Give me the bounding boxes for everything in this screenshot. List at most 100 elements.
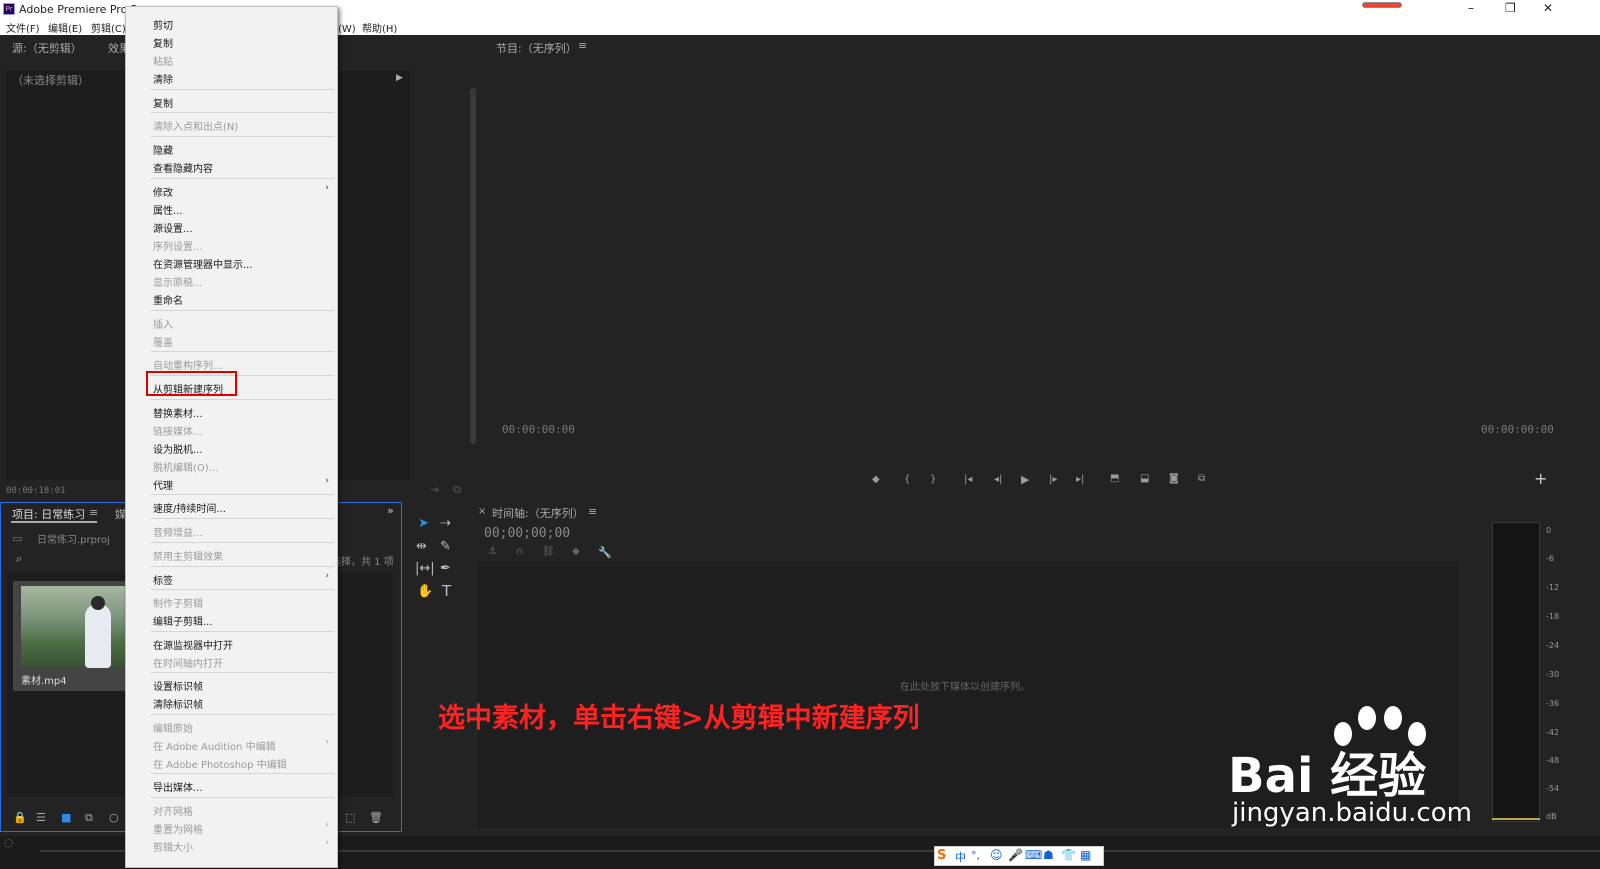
context-menu-item[interactable]: 设为脱机... — [153, 441, 203, 456]
timeline-close-icon[interactable]: × — [478, 506, 486, 517]
minimize-button[interactable]: – — [1468, 1, 1474, 15]
clip-preview-hair — [91, 596, 105, 610]
status-icon: ◌ — [4, 836, 14, 849]
menu-edit[interactable]: 编辑(E) — [48, 20, 82, 35]
menu-separator — [150, 399, 334, 400]
menu-clip[interactable]: 剪辑(C) — [91, 20, 126, 35]
context-menu-item[interactable]: 设置标识帧 — [153, 678, 203, 693]
source-scrollbar[interactable] — [470, 88, 476, 444]
timeline-drop-hint: 在此处放下媒体以创建序列。 — [900, 682, 1030, 693]
step-back-icon[interactable]: ◂| — [994, 474, 1002, 485]
context-menu-item[interactable]: 查看隐藏内容 — [153, 160, 213, 175]
mark-in-icon[interactable]: { — [904, 474, 910, 485]
lift-icon[interactable]: ⬒ — [1110, 473, 1119, 484]
context-menu-item[interactable]: 替换素材... — [153, 405, 203, 420]
selection-tool-icon[interactable]: ➤ — [418, 516, 429, 531]
context-menu-item[interactable]: 代理 — [153, 477, 173, 492]
context-menu-item[interactable]: 属性... — [153, 202, 183, 217]
list-view-icon[interactable]: ☰ — [36, 811, 46, 824]
type-tool-icon[interactable]: T — [442, 582, 451, 600]
context-menu-item: 序列设置... — [153, 242, 203, 253]
project-overflow-icon[interactable]: » — [387, 504, 394, 517]
context-menu-item: 编辑原始 — [153, 724, 193, 735]
camera-icon[interactable]: ◙ — [1169, 473, 1179, 484]
comparison-icon[interactable]: ⧉ — [1198, 473, 1205, 484]
source-expand-icon[interactable]: ▶ — [396, 73, 403, 83]
context-menu-item[interactable]: 导出媒体... — [153, 779, 203, 794]
context-menu-item[interactable]: 复制 — [153, 35, 173, 50]
panel-menu-icon[interactable]: ≡ — [578, 39, 587, 52]
add-marker-icon[interactable]: ◆ — [572, 546, 580, 557]
project-file-name: 日常练习.prproj — [37, 535, 110, 546]
close-button[interactable]: ✕ — [1543, 1, 1553, 15]
magnet-icon[interactable]: ∩ — [516, 546, 523, 557]
context-menu-item[interactable]: 隐藏 — [153, 142, 173, 157]
clip-thumbnail[interactable]: 素材.mp4 — [13, 581, 131, 691]
go-to-in-icon[interactable]: |◂ — [964, 474, 972, 485]
baidu-watermark: Bai 经验 jingyan.baidu.com — [1228, 698, 1528, 838]
razor-icon[interactable]: ✎ — [440, 539, 451, 554]
track-select-icon[interactable]: ⇢ — [440, 516, 451, 531]
snap-icon[interactable]: ⚓ — [488, 546, 497, 557]
add-button-icon[interactable]: + — [1534, 469, 1547, 488]
zoom-slider-icon[interactable]: ○ — [109, 811, 119, 824]
context-menu-item[interactable]: 在源监视器中打开 — [153, 637, 233, 652]
skin-icon[interactable]: 👕 — [1061, 848, 1076, 862]
icon-view-icon[interactable]: ■ — [61, 811, 71, 824]
menu-help[interactable]: 帮助(H) — [362, 20, 397, 35]
context-menu-item[interactable]: 复制 — [153, 95, 173, 110]
play-icon[interactable]: ▶ — [1021, 473, 1029, 486]
step-forward-icon[interactable]: |▸ — [1049, 474, 1057, 485]
trash-icon[interactable]: 🗑 — [369, 811, 383, 824]
user-icon[interactable]: ☗ — [1043, 848, 1054, 862]
punct-icon[interactable]: °, — [971, 849, 980, 862]
context-menu-item[interactable]: 修改 — [153, 184, 173, 199]
program-panel: 节目:（无序列） ≡ 00:00:00:00 00:00:00:00 ◆ { }… — [486, 36, 1600, 498]
new-item-icon[interactable]: ⬚ — [345, 811, 355, 824]
mic-icon[interactable]: 🎤 — [1008, 848, 1023, 862]
search-icon[interactable]: ⌕ — [16, 552, 22, 566]
meter-label-36: -36 — [1546, 699, 1560, 708]
source-tab[interactable]: 源:（无剪辑） — [12, 40, 82, 56]
keyboard-icon[interactable]: ⌨ — [1025, 848, 1042, 862]
mark-out-icon[interactable]: } — [930, 474, 936, 485]
context-menu-item[interactable]: 标签 — [153, 572, 173, 587]
insert-icon[interactable]: ⇥ — [430, 483, 439, 496]
freeform-view-icon[interactable]: ⧉ — [85, 811, 93, 825]
export-frame-icon[interactable]: ⧉ — [453, 483, 461, 497]
restore-button[interactable]: ❐ — [1505, 1, 1516, 15]
pen-tool-icon[interactable]: ✒ — [440, 561, 451, 576]
extract-icon[interactable]: ⬓ — [1140, 473, 1149, 484]
clip-preview-image — [21, 586, 129, 668]
marker-icon[interactable]: ◆ — [872, 474, 880, 485]
context-menu-item[interactable]: 源设置... — [153, 220, 193, 235]
emoji-icon[interactable]: ☺ — [990, 848, 1003, 862]
ripple-edit-icon[interactable]: ⇹ — [416, 539, 427, 554]
wrench-icon[interactable]: 🔧 — [598, 546, 612, 559]
toolbox-icon[interactable]: ▦ — [1080, 848, 1091, 862]
context-menu-item[interactable]: 清除标识帧 — [153, 696, 203, 711]
project-tab[interactable]: 项目: 日常练习 — [12, 506, 85, 522]
menu-separator — [150, 178, 334, 179]
context-menu-item[interactable]: 在资源管理器中显示... — [153, 256, 253, 271]
context-menu-item[interactable]: 剪切 — [153, 17, 173, 32]
timeline-menu-icon[interactable]: ≡ — [588, 505, 597, 518]
ime-mode[interactable]: 中 — [955, 849, 966, 865]
sogou-icon[interactable]: S — [937, 848, 946, 863]
lock-icon[interactable]: 🔒 — [13, 811, 27, 824]
context-menu-item[interactable]: 速度/持续时间... — [153, 500, 226, 515]
context-menu-item[interactable]: 清除 — [153, 71, 173, 86]
menu-file[interactable]: 文件(F) — [6, 20, 40, 35]
context-menu-item: 剪辑大小 — [153, 843, 193, 854]
menu-separator — [150, 494, 334, 495]
meter-label-30: -30 — [1546, 670, 1560, 679]
go-to-out-icon[interactable]: ▸| — [1076, 474, 1084, 485]
context-menu-item[interactable]: 重命名 — [153, 292, 183, 307]
slip-tool-icon[interactable]: |↔| — [415, 561, 435, 576]
linked-selection-icon[interactable]: ⛓ — [542, 546, 555, 557]
project-menu-icon[interactable]: ≡ — [89, 506, 98, 519]
context-menu-item: 在 Adobe Photoshop 中编辑 — [153, 760, 287, 771]
hand-tool-icon[interactable]: ✋ — [417, 584, 433, 599]
context-menu-item: 自动重构序列... — [153, 361, 223, 372]
context-menu-item[interactable]: 编辑子剪辑... — [153, 613, 213, 628]
